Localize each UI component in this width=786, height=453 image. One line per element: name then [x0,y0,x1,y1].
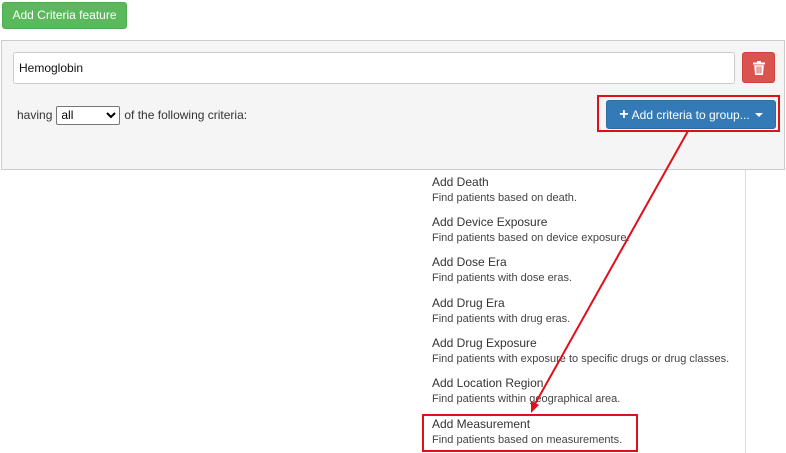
menu-item-description: Find patients based on device exposure. [432,232,630,244]
menu-item-title: Add Device Exposure [432,215,548,229]
group-name-input[interactable] [13,52,735,84]
add-criteria-feature-button[interactable]: Add Criteria feature [2,2,127,29]
criteria-group-panel: having all of the following criteria: + … [1,40,785,170]
add-criteria-to-group-label: Add criteria to group... [631,107,750,122]
having-prefix-label: having [17,108,53,122]
menu-item-add-drug-era[interactable]: Add Drug Era Find patients with drug era… [426,295,746,327]
menu-item-description: Find patients based on death. [432,192,577,204]
delete-group-button[interactable] [742,52,775,83]
having-suffix-label: of the following criteria: [124,108,248,122]
trash-icon [753,61,765,75]
menu-item-description: Find patients within geographical area. [432,393,621,405]
menu-item-description: Find patients with exposure to specific … [432,353,730,365]
menu-item-title: Add Location Region [432,376,544,390]
having-row: having all of the following criteria: [17,105,247,125]
menu-item-add-measurement[interactable]: Add Measurement Find patients based on m… [426,416,746,448]
menu-item-add-drug-exposure[interactable]: Add Drug Exposure Find patients with exp… [426,335,746,367]
menu-item-title: Add Death [432,175,489,189]
menu-item-add-location-region[interactable]: Add Location Region Find patients within… [426,375,746,407]
having-select[interactable]: all [56,105,121,125]
plus-icon: + [619,105,629,123]
menu-item-description: Find patients based on measurements. [432,434,623,446]
caret-down-icon [754,112,763,117]
menu-item-description: Find patients with drug eras. [432,313,571,325]
menu-item-title: Add Drug Era [432,296,505,310]
menu-item-title: Add Measurement [432,417,531,431]
menu-item-title: Add Drug Exposure [432,336,537,350]
menu-item-add-dose-era[interactable]: Add Dose Era Find patients with dose era… [426,254,746,286]
menu-item-add-device-exposure[interactable]: Add Device Exposure Find patients based … [426,214,746,246]
menu-item-add-death[interactable]: Add Death Find patients based on death. [426,174,746,206]
menu-item-title: Add Dose Era [432,255,507,269]
add-criteria-to-group-button[interactable]: + Add criteria to group... [606,100,776,129]
criteria-dropdown-menu: Add Death Find patients based on death. … [426,170,746,453]
menu-item-description: Find patients with dose eras. [432,272,573,284]
